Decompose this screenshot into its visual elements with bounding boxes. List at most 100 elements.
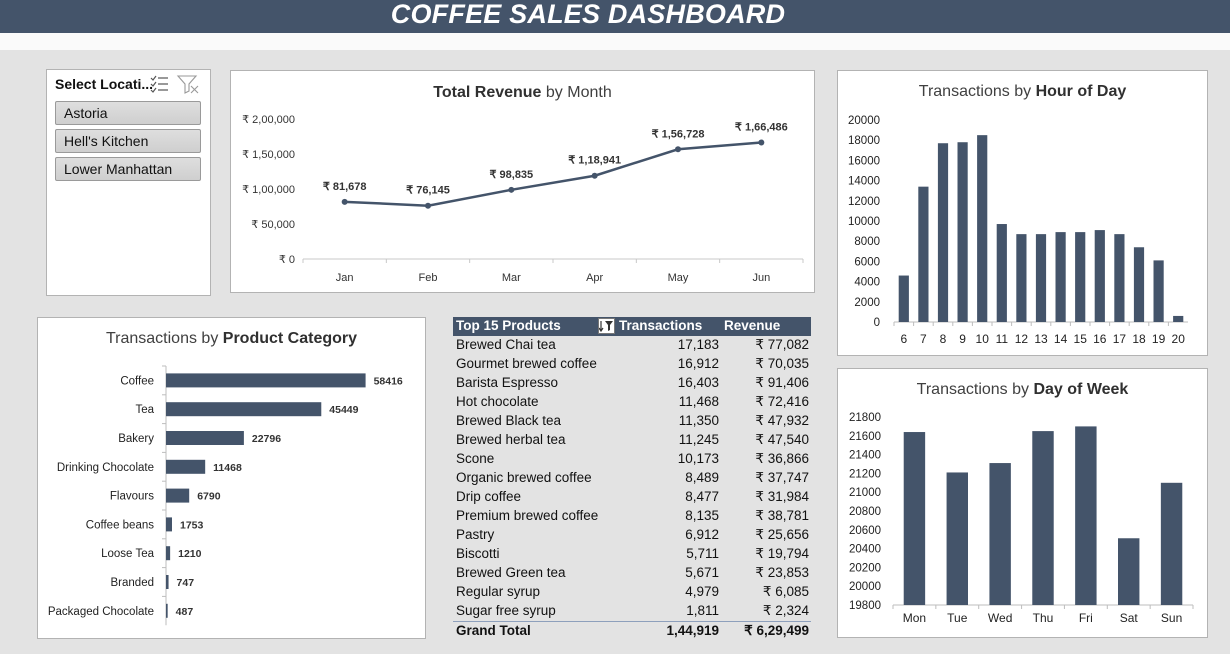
dow-bar-chart: 19800 20000 20200 20400 20600 20800 21000 21200… (849, 412, 1194, 625)
transactions-cell: 8,489 (685, 470, 719, 485)
y-tick-label: Packaged Chocolate (48, 606, 154, 618)
bar (166, 546, 171, 561)
revenue-cell: ₹ 6,085 (762, 584, 809, 599)
slicer-item-astoria[interactable]: Astoria (55, 101, 201, 125)
table-row: Biscotti 5,711 ₹ 19,794 (453, 545, 811, 564)
y-tick-label: ₹ 50,000 (251, 219, 295, 231)
transactions-cell: 11,350 (678, 413, 719, 428)
y-tick-label: 16000 (848, 155, 880, 167)
y-tick-label: 4000 (854, 277, 880, 289)
x-tick-label: Apr (586, 272, 603, 284)
product-name-cell: Brewed Black tea (456, 413, 562, 428)
transactions-cell: 6,912 (685, 527, 719, 542)
x-tick-label: 20 (1172, 332, 1186, 346)
location-slicer: Select Locati... Astoria Hell's Kitchen … (46, 69, 211, 296)
x-tick-label: Sat (1120, 611, 1139, 625)
y-tick-label: Coffee (120, 375, 154, 387)
revenue-data-point (675, 146, 681, 153)
bar (946, 472, 968, 605)
product-name-cell: Hot chocolate (456, 394, 539, 409)
data-label: 58416 (374, 375, 403, 387)
table-row: Premium brewed coffee 8,135 ₹ 38,781 (453, 507, 811, 526)
transactions-cell: 4,979 (685, 584, 719, 599)
revenue-cell: ₹ 23,853 (755, 565, 809, 580)
multi-select-icon[interactable] (150, 75, 168, 93)
x-tick-label: 9 (959, 332, 966, 346)
dashboard-title: COFFEE SALES DASHBOARD (390, 0, 786, 29)
clear-filter-icon[interactable] (176, 75, 199, 94)
data-label: ₹ 1,66,486 (735, 121, 788, 133)
x-tick-label: 12 (1015, 332, 1029, 346)
y-tick-label: 20000 (849, 581, 881, 593)
revenue-cell: ₹ 19,794 (755, 546, 809, 561)
bar (1094, 230, 1105, 322)
y-tick-label: 21200 (849, 468, 881, 480)
y-tick-label: 14000 (848, 176, 880, 188)
y-tick-label: ₹ 2,00,000 (242, 114, 295, 126)
product-name-cell: Sugar free syrup (456, 603, 556, 618)
bar (1075, 232, 1086, 322)
bar (903, 432, 926, 605)
x-tick-label: Wed (988, 611, 1012, 625)
revenue-data-point (758, 139, 765, 146)
product-name-cell: Drip coffee (456, 489, 522, 504)
x-tick-label: 15 (1074, 332, 1088, 346)
transactions-cell: 5,711 (686, 546, 719, 561)
y-tick-label: ₹ 1,00,000 (242, 184, 295, 196)
data-label: ₹ 76,145 (406, 185, 450, 197)
revenue-cell: ₹ 36,866 (755, 451, 809, 466)
table-row: Hot chocolate 11,468 ₹ 72,416 (453, 393, 811, 412)
data-label: ₹ 81,678 (323, 181, 367, 193)
transactions-cell: 8,477 (685, 489, 719, 504)
y-tick-label: 21400 (849, 450, 881, 462)
y-tick-label: 20000 (848, 115, 880, 127)
table-row: Sugar free syrup 1,811 ₹ 2,324 (453, 602, 811, 621)
y-tick-label: Branded (111, 577, 154, 589)
y-tick-label: 19800 (849, 600, 881, 612)
y-tick-label: Drinking Chocolate (57, 462, 154, 474)
bar (1160, 482, 1183, 605)
category-chart-panel: Transactions by Product Category Coffee 5… (37, 317, 426, 639)
bar (1153, 260, 1164, 322)
bar (1035, 234, 1047, 322)
y-tick-label: 12000 (848, 196, 880, 208)
y-tick-label: Coffee beans (86, 519, 154, 531)
x-tick-label: 14 (1054, 332, 1068, 346)
product-name-cell: Gourmet brewed coffee (456, 356, 597, 371)
y-tick-label: Loose Tea (101, 548, 154, 560)
slicer-item-hells-kitchen[interactable]: Hell's Kitchen (55, 129, 201, 153)
y-tick-label: Tea (135, 404, 154, 416)
filter-sort-button[interactable] (598, 318, 615, 334)
x-tick-label: 6 (900, 332, 907, 346)
y-tick-label: 20800 (849, 506, 881, 518)
bar (1032, 431, 1054, 605)
top-products-table: Top 15 Products Transactions Revenue Bre… (453, 317, 811, 641)
transactions-cell: 8,135 (685, 508, 719, 523)
x-tick-label: 17 (1113, 332, 1127, 346)
transactions-cell: 16,912 (677, 356, 719, 371)
bar (996, 224, 1007, 322)
hour-chart-panel: Transactions by Hour of Day 0 2000 4000 600… (837, 70, 1208, 356)
revenue-cell: ₹ 77,082 (755, 337, 809, 352)
product-name-cell: Pastry (456, 527, 495, 542)
bar (898, 275, 909, 322)
x-tick-label: 18 (1132, 332, 1146, 346)
data-label: 6790 (197, 491, 221, 503)
table-row: Regular syrup 4,979 ₹ 6,085 (453, 583, 811, 602)
hour-bar-chart: 0 2000 4000 6000 8000 10000 12000 14000 16000 180… (848, 115, 1188, 346)
product-name-cell: Regular syrup (456, 584, 541, 599)
bar (1133, 247, 1145, 322)
bar (989, 463, 1011, 605)
revenue-cell: ₹ 31,984 (755, 489, 809, 504)
transactions-cell: 5,671 (685, 565, 719, 580)
bar (166, 488, 190, 503)
x-tick-label: Mar (502, 272, 521, 284)
bar (166, 459, 206, 474)
x-tick-label: 19 (1152, 332, 1166, 346)
bar (937, 143, 949, 322)
slicer-item-lower-manhattan[interactable]: Lower Manhattan (55, 157, 201, 181)
revenue-cell: ₹ 47,932 (755, 413, 809, 428)
revenue-cell: ₹ 70,035 (755, 356, 809, 371)
data-label: 22796 (252, 433, 281, 445)
x-tick-label: Jan (336, 272, 354, 284)
